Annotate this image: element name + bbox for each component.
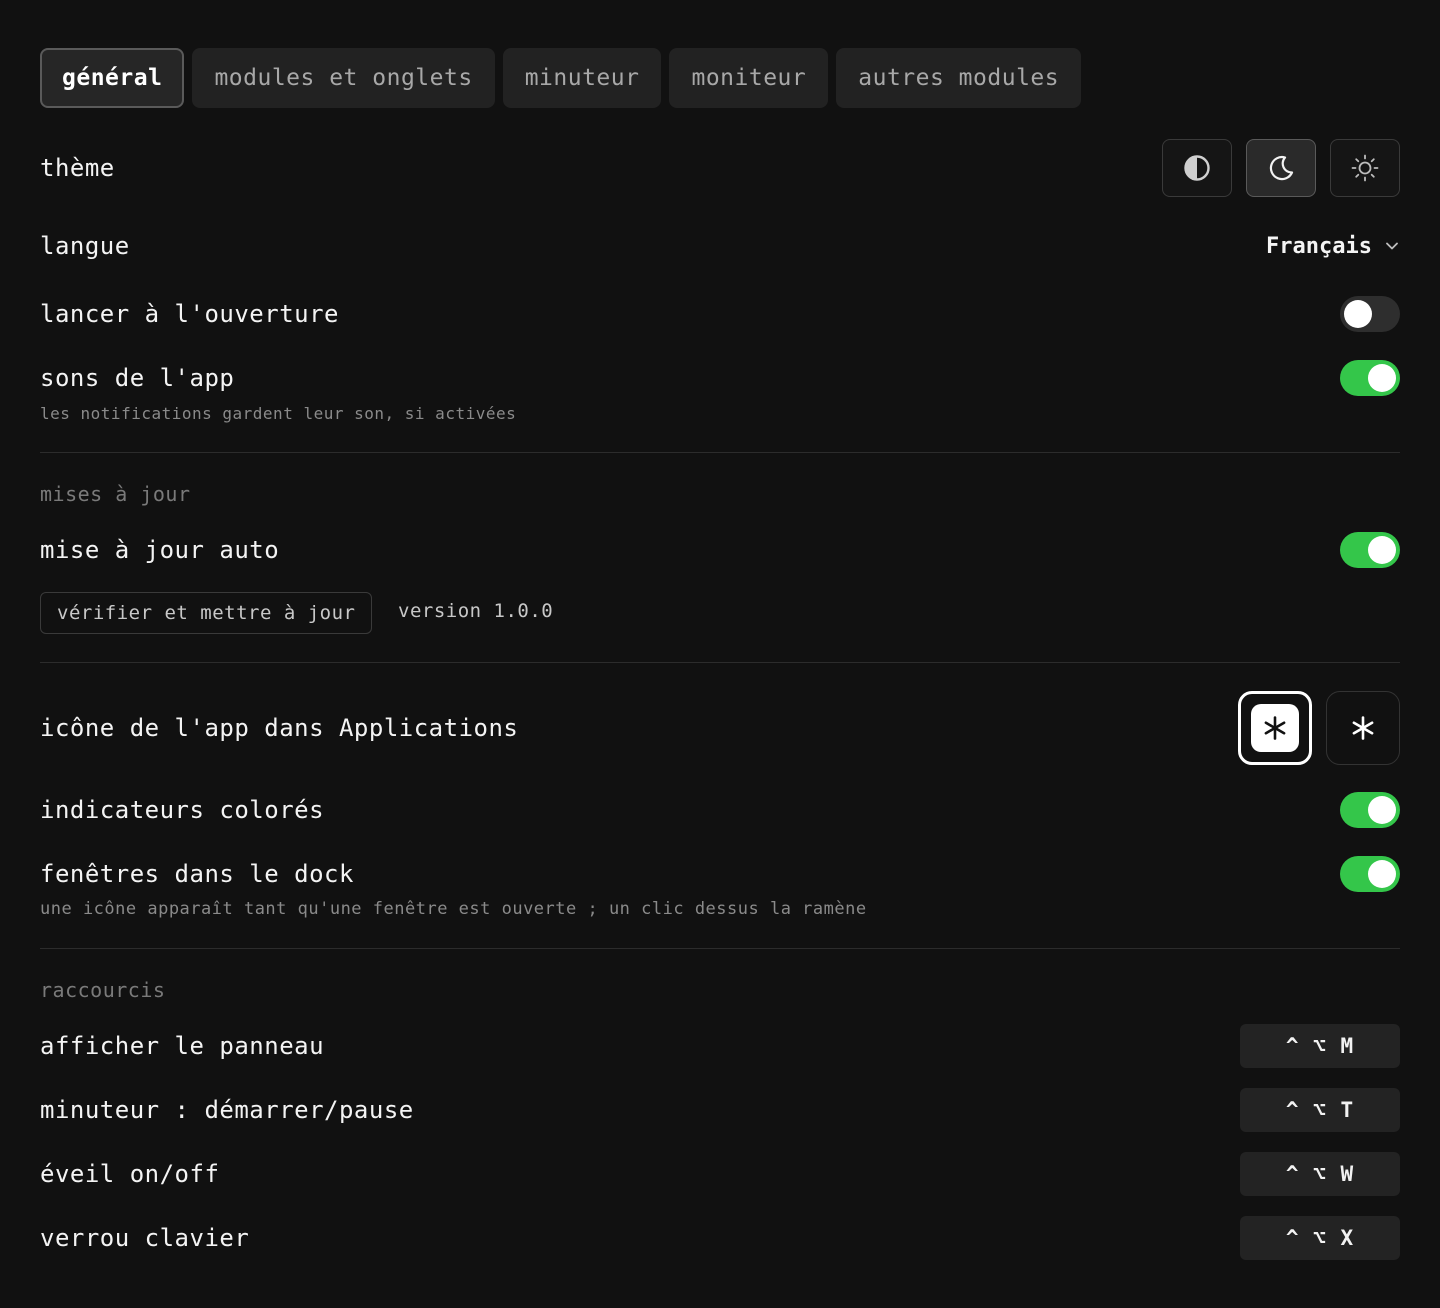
sounds-toggle[interactable] [1340, 360, 1400, 396]
app-icon-selector [1238, 691, 1400, 765]
colored-indicators-toggle[interactable] [1340, 792, 1400, 828]
divider [40, 662, 1400, 663]
shortcut-label: minuteur : démarrer/pause [40, 1096, 414, 1124]
dock-toggle[interactable] [1340, 856, 1400, 892]
sun-icon [1351, 154, 1379, 182]
dock-label: fenêtres dans le dock [40, 860, 354, 888]
sounds-label: sons de l'app [40, 364, 235, 392]
shortcut-row: verrou clavier ^ ⌥ X [40, 1216, 1400, 1260]
shortcut-row: éveil on/off ^ ⌥ W [40, 1152, 1400, 1196]
moon-icon [1269, 155, 1294, 181]
shortcut-recorder[interactable]: ^ ⌥ T [1240, 1088, 1400, 1132]
app-icon-light-option[interactable] [1238, 691, 1312, 765]
dock-hint: une icône apparaît tant qu'une fenêtre e… [40, 899, 867, 919]
shortcut-label: éveil on/off [40, 1160, 220, 1188]
language-row: langue Français [40, 226, 1400, 266]
app-icon-row: icône de l'app dans Applications [40, 691, 1400, 765]
shortcuts-section-title: raccourcis [40, 978, 166, 1002]
tab-moniteur[interactable]: moniteur [669, 48, 829, 108]
divider [40, 948, 1400, 949]
tab-general[interactable]: général [40, 48, 185, 108]
shortcut-label: verrou clavier [40, 1224, 250, 1252]
launch-toggle[interactable] [1340, 296, 1400, 332]
toggle-knob [1368, 364, 1396, 392]
language-label: langue [40, 232, 130, 260]
colored-indicators-row: indicateurs colorés [40, 792, 1400, 828]
language-value: Français [1266, 233, 1372, 259]
asterisk-icon [1352, 716, 1374, 740]
shortcut-recorder[interactable]: ^ ⌥ X [1240, 1216, 1400, 1260]
toggle-knob [1368, 860, 1396, 888]
divider [40, 452, 1400, 453]
dock-row: fenêtres dans le dock [40, 856, 1400, 892]
check-update-button[interactable]: vérifier et mettre à jour [40, 592, 373, 634]
auto-update-row: mise à jour auto [40, 532, 1400, 568]
tab-minuteur[interactable]: minuteur [502, 48, 662, 108]
updates-section-title: mises à jour [40, 482, 191, 506]
auto-update-toggle[interactable] [1340, 532, 1400, 568]
contrast-icon [1184, 155, 1210, 181]
theme-row: thème [40, 139, 1400, 197]
theme-auto-button[interactable] [1162, 139, 1232, 197]
settings-window: général modules et onglets minuteur moni… [0, 0, 1440, 1308]
theme-dark-button[interactable] [1246, 139, 1316, 197]
shortcut-row: minuteur : démarrer/pause ^ ⌥ T [40, 1088, 1400, 1132]
toggle-knob [1368, 536, 1396, 564]
theme-selector [1162, 139, 1400, 197]
shortcut-recorder[interactable]: ^ ⌥ M [1240, 1024, 1400, 1068]
tab-modules-onglets[interactable]: modules et onglets [192, 48, 495, 108]
app-icon-dark-option[interactable] [1326, 691, 1400, 765]
app-icon-label: icône de l'app dans Applications [40, 714, 519, 742]
asterisk-icon [1264, 716, 1286, 740]
toggle-knob [1368, 796, 1396, 824]
version-label: version 1.0.0 [398, 600, 554, 622]
sounds-hint: les notifications gardent leur son, si a… [40, 404, 517, 423]
launch-row: lancer à l'ouverture [40, 296, 1400, 332]
shortcut-row: afficher le panneau ^ ⌥ M [40, 1024, 1400, 1068]
theme-light-button[interactable] [1330, 139, 1400, 197]
shortcut-label: afficher le panneau [40, 1032, 325, 1060]
sounds-row: sons de l'app [40, 360, 1400, 396]
colored-indicators-label: indicateurs colorés [40, 796, 325, 824]
tab-autres-modules[interactable]: autres modules [836, 48, 1082, 108]
chevron-down-icon [1386, 242, 1398, 250]
shortcut-recorder[interactable]: ^ ⌥ W [1240, 1152, 1400, 1196]
auto-update-label: mise à jour auto [40, 536, 280, 564]
tab-bar: général modules et onglets minuteur moni… [40, 48, 1082, 108]
toggle-knob [1344, 300, 1372, 328]
language-select[interactable]: Français [1266, 234, 1400, 259]
app-icon-light-preview [1251, 704, 1299, 752]
launch-label: lancer à l'ouverture [40, 300, 339, 328]
theme-label: thème [40, 154, 115, 182]
